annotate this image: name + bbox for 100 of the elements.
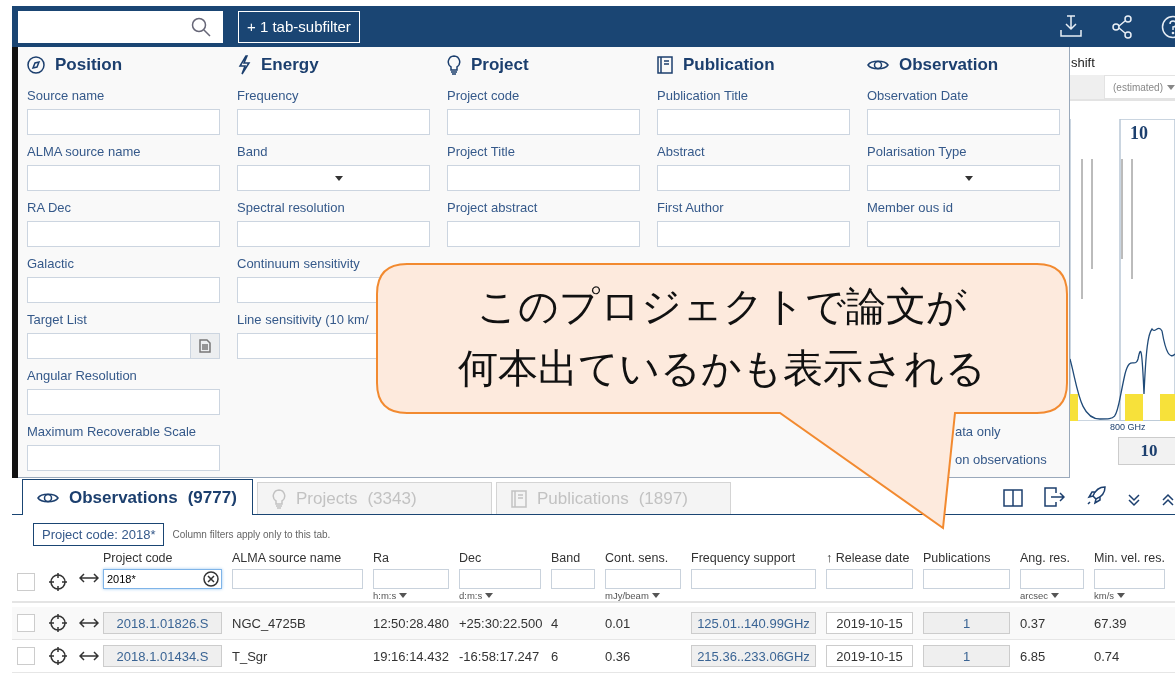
double-chevron-down-icon[interactable] (1127, 493, 1141, 507)
callout-text: 何本出ているかも表示される (458, 344, 986, 393)
lightbulb-icon (272, 488, 286, 509)
filter-field[interactable] (826, 569, 913, 589)
filter-field[interactable] (551, 569, 595, 589)
rocket-icon[interactable] (1085, 485, 1107, 507)
date-cell: 2019-10-15 (826, 612, 913, 634)
table-cell: 6.85 (1020, 648, 1046, 664)
filter-field[interactable]: 2018* (103, 569, 222, 589)
link-button[interactable]: 1 (923, 645, 1010, 667)
column-header[interactable]: Ang. res. (1020, 549, 1094, 567)
link-button[interactable]: 2018.1.01434.S (103, 645, 222, 667)
column-header[interactable]: Dec (459, 549, 551, 567)
caret-icon (965, 175, 973, 181)
column-header[interactable]: Project code (103, 549, 232, 567)
file-button[interactable] (190, 334, 219, 358)
input-field[interactable] (867, 109, 1060, 135)
column-header[interactable]: Frequency support (691, 549, 826, 567)
horizontal-arrows-icon[interactable] (79, 618, 99, 628)
input-field[interactable] (27, 333, 220, 359)
column-header[interactable]: Band (551, 549, 605, 567)
clear-icon[interactable] (203, 571, 219, 587)
unit-dropdown[interactable]: km/s (1094, 590, 1175, 601)
filter-chip[interactable]: Project code: 2018* (33, 522, 165, 546)
input-field[interactable] (27, 221, 220, 247)
double-chevron-up-icon[interactable] (1161, 493, 1175, 507)
table-cell: +25:30:22.500 (459, 615, 543, 631)
search-field[interactable] (18, 10, 223, 43)
link-button[interactable]: 1 (923, 612, 1010, 634)
checkbox[interactable] (17, 647, 35, 665)
field-label: Target List (27, 311, 88, 329)
field-label: Spectral resolution (237, 199, 346, 217)
column-header[interactable]: ↑ Release date (826, 549, 923, 567)
filter-field[interactable] (232, 569, 363, 589)
subfilter-button[interactable]: + 1 tab-subfilter (238, 10, 360, 43)
horizontal-arrows-icon[interactable] (79, 651, 99, 661)
input-field[interactable] (867, 221, 1060, 247)
caret-icon (1051, 593, 1059, 598)
checkbox[interactable] (17, 614, 35, 632)
field-label: Angular Resolution (27, 367, 138, 385)
input-field[interactable] (447, 221, 640, 247)
unit-dropdown[interactable]: d:m:s (459, 590, 551, 601)
zoom-field[interactable]: 10 (1118, 437, 1175, 465)
columns-icon[interactable] (1003, 489, 1023, 507)
field-label: Maximum Recoverable Scale (27, 423, 198, 441)
unit-dropdown[interactable]: mJy/beam (605, 590, 691, 601)
input-field[interactable] (27, 277, 220, 303)
result-tab[interactable]: Observations (9777) (22, 479, 253, 515)
link-button[interactable]: 215.36..233.06GHz (691, 645, 816, 667)
input-field[interactable] (447, 109, 640, 135)
filter-field[interactable] (605, 569, 681, 589)
filter-field[interactable] (923, 569, 1010, 589)
filter-field[interactable] (459, 569, 541, 589)
axis-label: 800 GHz (1110, 422, 1146, 432)
input-field[interactable] (447, 165, 640, 191)
option-label[interactable]: ata only (955, 424, 1060, 439)
field-label: Observation Date (867, 87, 970, 105)
column-header[interactable]: Publications (923, 549, 1020, 567)
column-header[interactable]: ALMA source name (232, 549, 373, 567)
input-field[interactable] (657, 221, 850, 247)
input-field[interactable] (27, 389, 220, 415)
field-label: Abstract (657, 143, 706, 161)
crosshair-icon[interactable] (48, 573, 67, 591)
crosshair-icon[interactable] (48, 647, 67, 665)
search-icon[interactable] (191, 16, 211, 37)
filter-field[interactable] (691, 569, 816, 589)
input-field[interactable] (27, 109, 220, 135)
input-field[interactable] (657, 165, 850, 191)
dropdown-field[interactable] (867, 165, 1060, 191)
section-title: Energy (261, 55, 319, 75)
hint-text: Column filters apply only to this tab. (172, 528, 331, 540)
input-field[interactable] (237, 109, 430, 135)
checkbox[interactable] (17, 573, 35, 591)
redshift-field[interactable] (1070, 75, 1104, 99)
panel-heading: shift (1070, 54, 1096, 72)
option-label[interactable]: on observations (955, 452, 1060, 467)
horizontal-arrows-icon[interactable] (79, 573, 99, 583)
link-button[interactable]: 2018.1.01826.S (103, 612, 222, 634)
section-title: Project (471, 55, 529, 75)
table-cell: 19:16:14.432 (373, 648, 449, 664)
redshift-select[interactable]: (estimated) (1104, 75, 1175, 99)
filter-field[interactable] (373, 569, 449, 589)
input-field[interactable] (27, 445, 220, 471)
dropdown-field[interactable] (237, 165, 430, 191)
unit-dropdown[interactable]: arcsec (1020, 590, 1094, 601)
lightning-icon (237, 55, 251, 75)
field-label: RA Dec (27, 199, 73, 217)
unit-dropdown[interactable]: h:m:s (373, 590, 459, 601)
link-button[interactable]: 125.01..140.99GHz (691, 612, 816, 634)
input-field[interactable] (27, 165, 220, 191)
column-header[interactable]: Cont. sens. (605, 549, 691, 567)
export-icon[interactable] (1043, 487, 1065, 507)
filter-field[interactable] (1094, 569, 1165, 589)
column-header[interactable]: Ra (373, 549, 459, 567)
filter-field[interactable] (1020, 569, 1084, 589)
crosshair-icon[interactable] (48, 614, 67, 632)
input-field[interactable] (237, 221, 430, 247)
section-title: Observation (899, 55, 999, 75)
column-header[interactable]: Min. vel. res. (1094, 549, 1175, 567)
input-field[interactable] (657, 109, 850, 135)
